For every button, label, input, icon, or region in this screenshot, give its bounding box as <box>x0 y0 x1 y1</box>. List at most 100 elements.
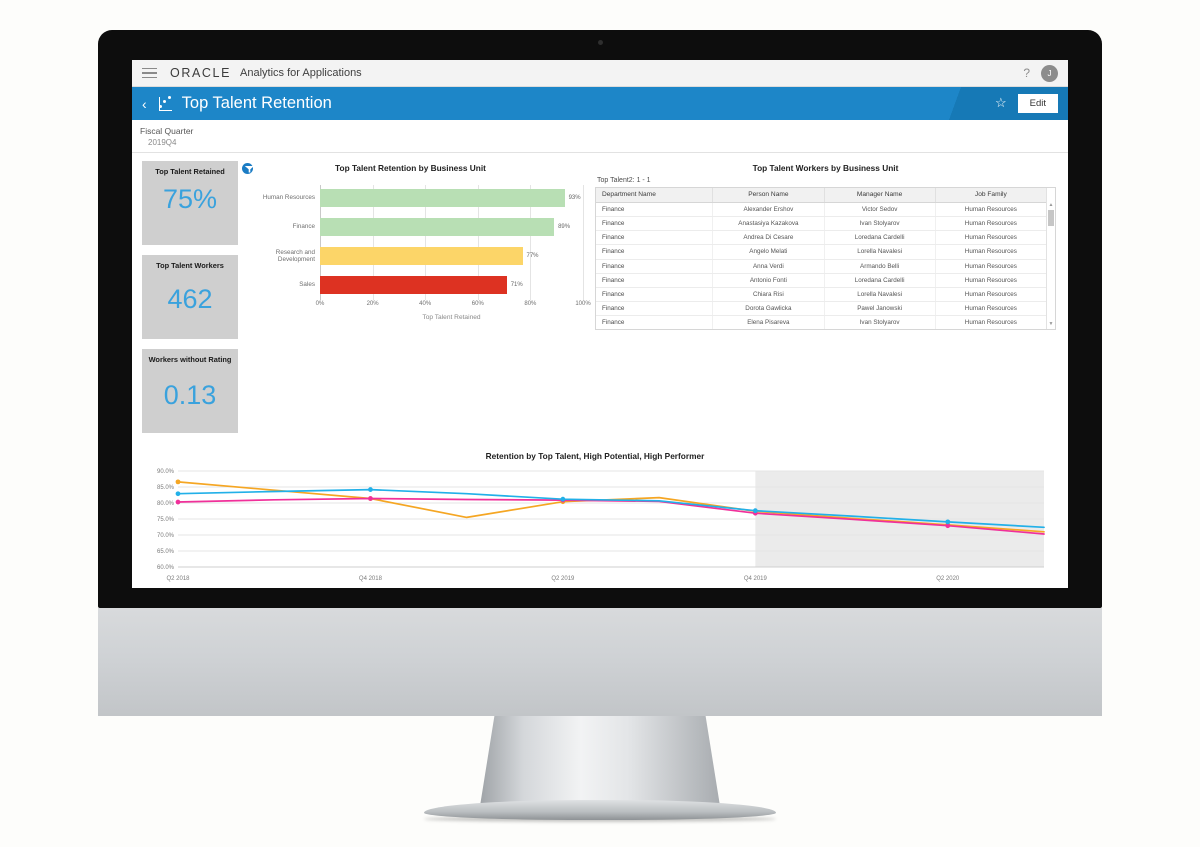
bar-x-tick-label: 40% <box>419 301 432 307</box>
table-cell: Lorella Navalesi <box>825 287 936 302</box>
bar-row[interactable]: Research and Development 77% <box>238 243 583 268</box>
favorite-star-icon[interactable]: ☆ <box>995 95 1007 111</box>
scrollbar-thumb[interactable] <box>1048 210 1054 226</box>
y-tick-label: 75.0% <box>157 517 175 523</box>
table-row[interactable]: Finance Angelo Melati Lorella Navalesi Huma… <box>596 245 1046 260</box>
kpi-card-workers-without-rating[interactable]: Workers without Rating 0.13 <box>142 349 238 433</box>
data-grid: Department Name Person Name Manager Name Jo… <box>595 187 1056 331</box>
scroll-down-arrow[interactable]: ▼ <box>1047 320 1055 328</box>
monitor-stand <box>480 716 720 806</box>
monitor-base <box>424 800 776 820</box>
table-cell: Finance <box>596 216 714 231</box>
x-tick-label: Q2 2020 <box>936 576 960 582</box>
table-cell: Finance <box>596 245 714 259</box>
y-tick-label: 60.0% <box>157 565 175 571</box>
table-cell: Finance <box>596 202 714 216</box>
data-grid-header-row: Department Name Person Name Manager Name Jo… <box>596 188 1046 203</box>
table-row[interactable]: Finance Anna Verdi Armando Belli Human Reso… <box>596 259 1046 274</box>
column-header[interactable]: Department Name <box>596 188 714 202</box>
kpi-value: 0.13 <box>163 380 217 410</box>
kpi-column: Top Talent Retained 75% Top Talent Worke… <box>138 161 238 443</box>
table-cell: Loredana Cardelli <box>825 231 936 245</box>
data-point[interactable] <box>368 487 373 492</box>
hamburger-menu-icon[interactable] <box>142 65 157 82</box>
bar-x-tick-label: 60% <box>471 301 484 307</box>
table-cell: Chiara Risi <box>713 287 825 302</box>
bar-value-label: 71% <box>510 281 523 288</box>
table-cell: Victor Sedov <box>825 202 936 216</box>
bar-fill[interactable] <box>320 188 565 207</box>
filter-value[interactable]: 2019Q4 <box>140 138 1060 147</box>
help-icon[interactable]: ? <box>1023 66 1030 80</box>
table-cell: Finance <box>596 302 714 316</box>
bar-x-tick-label: 100% <box>575 301 591 307</box>
table-row[interactable]: Finance Dorota Gawlicka Pawel Janowski Huma… <box>596 302 1046 317</box>
table-cell: Finance <box>596 273 714 287</box>
application-top-bar: ORACLE Analytics for Applications ? J <box>132 60 1068 87</box>
table-title: Top Talent Workers by Business Unit <box>752 163 899 173</box>
bar-fill[interactable] <box>320 217 555 236</box>
bar-chart-x-axis-label: Top Talent Retained <box>422 314 481 321</box>
table-cell: Elena Pisareva <box>713 316 825 330</box>
y-tick-label: 65.0% <box>157 549 175 555</box>
data-point[interactable] <box>560 496 566 502</box>
y-tick-label: 80.0% <box>157 501 175 507</box>
bar-category-label: Finance <box>292 223 315 230</box>
application-name: Analytics for Applications <box>240 67 362 79</box>
table-cell: Human Resources <box>964 276 1017 284</box>
table-row[interactable]: Finance Antonio Fonti Loredana Cardelli Hum… <box>596 273 1046 288</box>
table-row[interactable]: Finance Andrea Di Cesare Loredana Cardelli… <box>596 231 1046 246</box>
data-point[interactable] <box>175 499 181 505</box>
table-row[interactable]: Finance Chiara Risi Lorella Navalesi Human … <box>596 287 1046 303</box>
data-grid-body: Department Name Person Name Manager Name Jo… <box>596 188 1046 330</box>
column-header[interactable]: Person Name <box>713 188 825 202</box>
table-cell: Human Resources <box>964 305 1017 313</box>
filter-funnel-icon[interactable] <box>242 163 253 174</box>
column-header[interactable]: Job Family <box>936 188 1046 202</box>
x-tick-label: Q4 2018 <box>359 576 383 582</box>
data-point[interactable] <box>175 479 181 485</box>
kpi-card-top-talent-retained[interactable]: Top Talent Retained 75% <box>142 161 238 245</box>
bar-chart-rows: Human Resources 93% Finance 89% Research and… <box>238 185 583 297</box>
dashboard-content: Top Talent Retained 75% Top Talent Worke… <box>132 153 1068 588</box>
oracle-logo: ORACLE <box>170 66 232 80</box>
data-point[interactable] <box>368 496 373 501</box>
page-header-actions: ☆ Edit <box>995 93 1058 114</box>
back-icon[interactable]: ‹ <box>142 97 147 111</box>
table-cell: Human Resources <box>964 234 1017 242</box>
dashboard-icon <box>158 96 174 111</box>
bar-row[interactable]: Sales 71% <box>238 272 583 297</box>
kpi-card-top-talent-workers[interactable]: Top Talent Workers 462 <box>142 255 238 339</box>
data-grid-scrollbar[interactable]: ▲ ▼ <box>1046 188 1055 330</box>
bar-chart-panel: Top Talent Retention by Business Unit Hu… <box>238 161 591 443</box>
x-tick-label: Q4 2019 <box>744 576 768 582</box>
bar-track: 93% <box>320 185 583 210</box>
x-tick-label: Q2 2019 <box>551 576 575 582</box>
table-row[interactable]: Finance Alexander Ershov Victor Sedov Human… <box>596 202 1046 217</box>
bar-category-label: Sales <box>299 281 315 288</box>
page-title: Top Talent Retention <box>181 94 332 112</box>
table-row[interactable]: Finance Elena Pisareva Ivan Stolyarov Human… <box>596 316 1046 330</box>
bar-chart-x-axis: 0% 20% 40% 60% 80% 100% <box>316 301 591 313</box>
monitor-chin <box>98 608 1102 716</box>
table-cell: Antonio Fonti <box>713 273 825 287</box>
data-point[interactable] <box>945 519 951 525</box>
bar-fill[interactable] <box>320 275 507 294</box>
table-row[interactable]: Finance Anastasiya Kazakova Ivan Stolyarov… <box>596 216 1046 232</box>
avatar[interactable]: J <box>1041 64 1058 82</box>
table-cell: Human Resources <box>964 205 1017 213</box>
bar-row[interactable]: Human Resources 93% <box>238 185 583 210</box>
scroll-up-arrow[interactable]: ▲ <box>1047 201 1055 209</box>
data-point[interactable] <box>752 508 758 514</box>
data-point[interactable] <box>175 491 181 497</box>
table-cell: Ivan Stolyarov <box>825 216 936 231</box>
table-cell: Alexander Ershov <box>713 202 825 216</box>
bar-row[interactable]: Finance 89% <box>238 214 583 239</box>
bar-category-label: Research and Development <box>275 248 315 263</box>
column-header[interactable]: Manager Name <box>825 188 936 202</box>
table-cell: Ivan Stolyarov <box>825 316 936 330</box>
bar-fill[interactable] <box>320 246 523 265</box>
edit-button[interactable]: Edit <box>1017 93 1058 114</box>
bar-x-tick-label: 0% <box>315 301 325 307</box>
table-cell: Finance <box>596 316 714 330</box>
